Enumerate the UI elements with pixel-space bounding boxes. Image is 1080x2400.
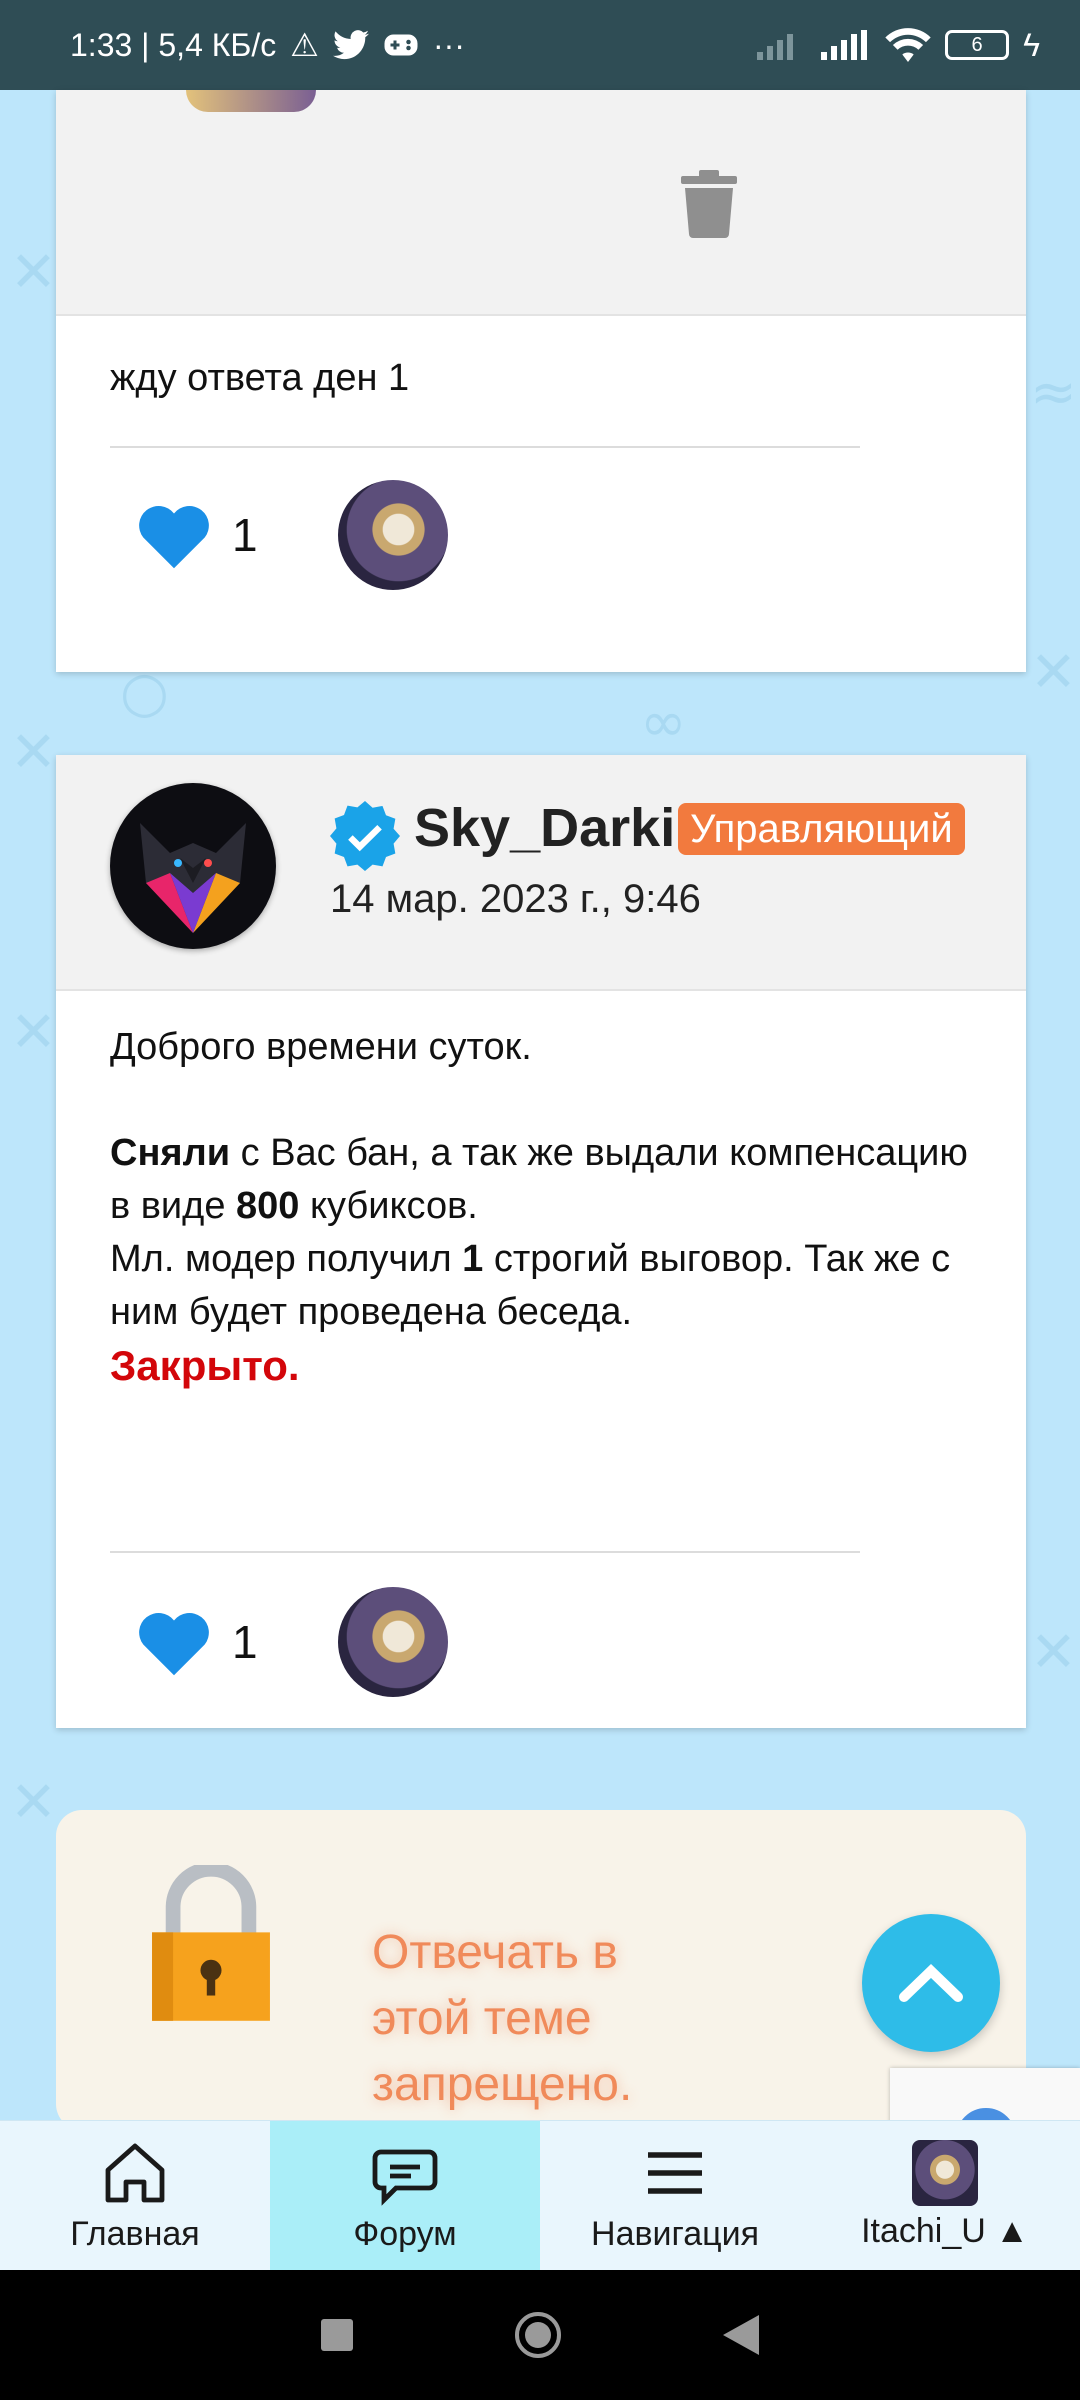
- post-greeting: Доброго времени суток.: [110, 1026, 532, 1068]
- post-card: Sky_Darki Управляющий 14 мар. 2023 г., 9…: [56, 755, 1026, 1728]
- bg-pattern: ✕: [10, 1000, 57, 1065]
- verified-icon: [330, 801, 400, 871]
- nav-label: Главная: [70, 2215, 200, 2253]
- reactor-avatar[interactable]: [337, 480, 448, 590]
- home-icon: [105, 2143, 165, 2203]
- caret-up-icon: ▲: [995, 2212, 1029, 2250]
- signal-icon: [821, 30, 868, 60]
- like-count: 1: [232, 509, 258, 561]
- post-body: Доброго времени суток. Сняли с Вас бан, …: [56, 991, 1026, 1551]
- bg-pattern: ✕: [1030, 1620, 1077, 1685]
- post-header: [56, 90, 1026, 316]
- bg-pattern: ✕: [10, 240, 57, 305]
- nav-navigation[interactable]: Навигация: [540, 2121, 810, 2270]
- post-header: Sky_Darki Управляющий 14 мар. 2023 г., 9…: [56, 755, 1026, 991]
- bg-pattern: ✕: [10, 1770, 57, 1835]
- twitter-icon: [332, 30, 369, 60]
- author-name[interactable]: Sky_Darki: [414, 797, 675, 859]
- reactor-avatar[interactable]: [337, 1587, 448, 1697]
- nav-profile[interactable]: Itachi_U ▲: [810, 2121, 1080, 2270]
- charging-icon: ϟ: [1023, 26, 1040, 63]
- menu-icon: [648, 2152, 702, 2194]
- post-divider: [110, 446, 860, 448]
- like-count: 1: [232, 1616, 258, 1668]
- bg-pattern: ≈: [1030, 360, 1077, 425]
- bold-text: 800: [236, 1185, 300, 1227]
- heart-icon[interactable]: [136, 1607, 212, 1677]
- warning-icon: ⚠: [290, 27, 319, 63]
- author-avatar[interactable]: [186, 90, 316, 112]
- lock-icon: [152, 1865, 270, 2021]
- nav-label: Навигация: [591, 2215, 759, 2253]
- system-nav-bar: [0, 2270, 1080, 2400]
- scroll-top-button[interactable]: [862, 1914, 1000, 2052]
- status-time: 1:33 | 5,4 КБ/с: [70, 26, 277, 63]
- reactions-row: 1: [56, 1577, 1026, 1707]
- nav-forum[interactable]: Форум: [270, 2121, 540, 2270]
- nav-label: Форум: [353, 2215, 457, 2253]
- reactions-row: 1: [56, 470, 1026, 600]
- profile-avatar: [912, 2140, 978, 2206]
- battery-icon: 6: [945, 30, 1010, 60]
- post-paragraph: Мл. модер получил 1 строгий выговор. Так…: [110, 1233, 972, 1339]
- nav-label: Itachi_U ▲: [861, 2212, 1029, 2250]
- home-button[interactable]: [515, 2312, 561, 2358]
- gamepad-icon: [384, 34, 418, 56]
- bold-text: Сняли: [110, 1132, 231, 1174]
- bg-pattern: ∞: [640, 690, 687, 755]
- closed-label: Закрыто.: [110, 1342, 300, 1389]
- chevron-up-icon: [899, 1964, 963, 2002]
- nav-home[interactable]: Главная: [0, 2121, 270, 2270]
- post-text: Мл. модер получил: [110, 1238, 463, 1280]
- recents-button[interactable]: [321, 2319, 353, 2351]
- bg-pattern: ✕: [10, 720, 57, 785]
- post-card: жду ответа ден 1 1: [56, 90, 1026, 672]
- post-body: жду ответа ден 1: [110, 357, 410, 399]
- heart-icon[interactable]: [136, 500, 212, 570]
- more-icon: ···: [432, 26, 465, 63]
- back-button[interactable]: [723, 2315, 759, 2355]
- wifi-icon: [885, 28, 931, 62]
- post-divider: [110, 1551, 860, 1553]
- author-avatar[interactable]: [110, 783, 276, 949]
- bold-text: 1: [462, 1238, 484, 1280]
- chat-icon: [372, 2149, 438, 2206]
- bg-pattern: ✕: [1030, 640, 1077, 705]
- role-badge: Управляющий: [678, 803, 965, 855]
- trash-icon[interactable]: [681, 170, 737, 238]
- bottom-nav: Главная Форум Навигация Itachi_U ▲: [0, 2120, 1080, 2270]
- post-text: кубиксов.: [299, 1185, 478, 1227]
- post-date: 14 мар. 2023 г., 9:46: [330, 877, 701, 921]
- status-bar: 1:33 | 5,4 КБ/с ⚠ ··· 6 ϟ: [0, 0, 1080, 90]
- signal-off-icon: [757, 34, 794, 60]
- locked-text: Отвечать в этой теме запрещено.: [372, 1926, 633, 2111]
- post-paragraph: Сняли с Вас бан, а так же выдали компенс…: [110, 1127, 972, 1233]
